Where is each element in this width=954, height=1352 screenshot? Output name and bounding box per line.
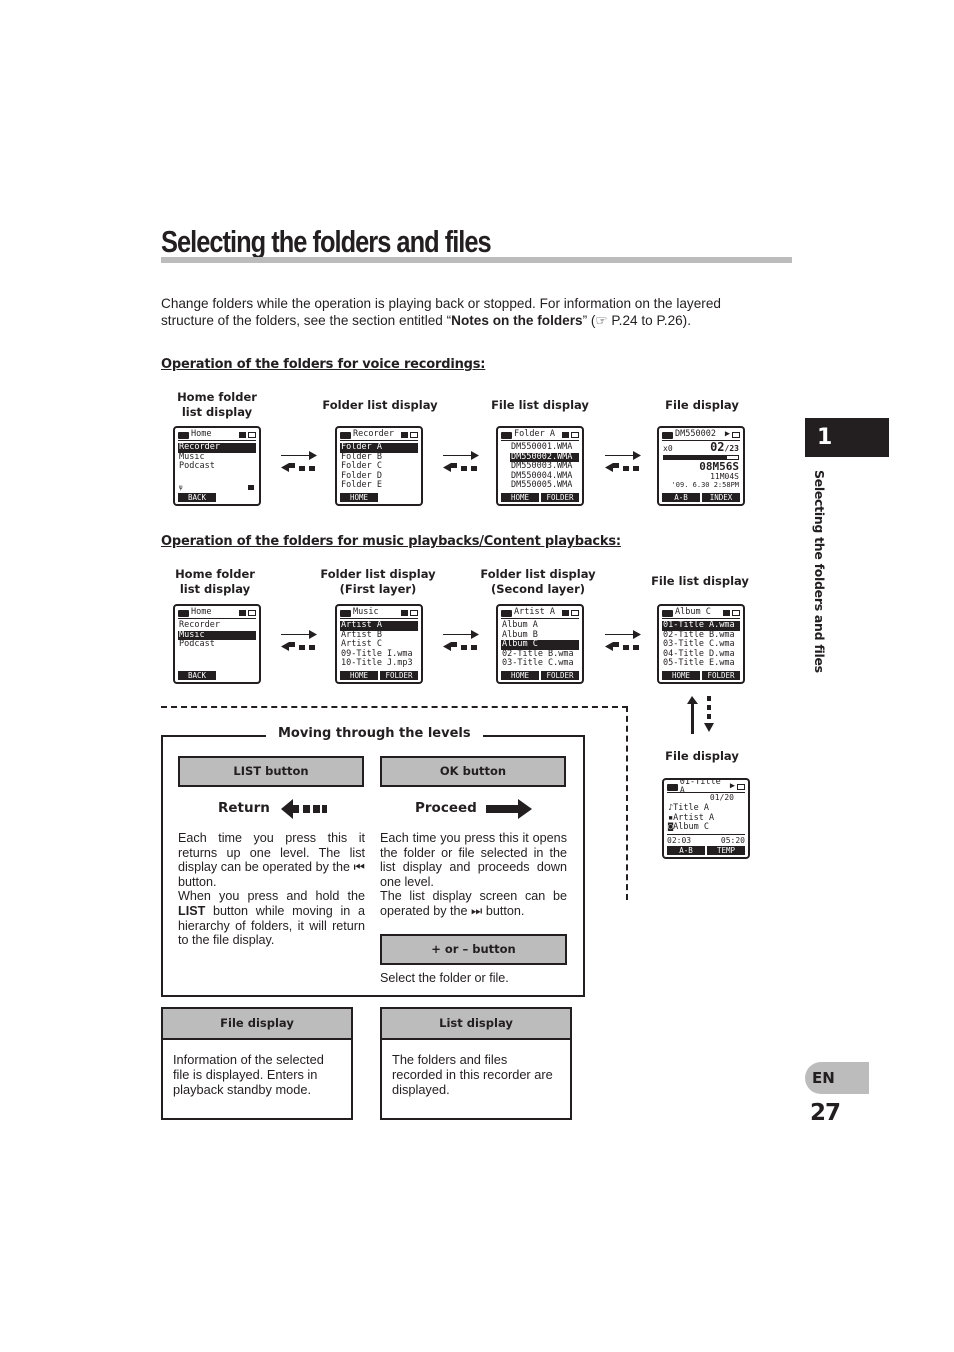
dashed-connector [626,706,628,900]
vertical-arrow-pair-icon [687,696,714,734]
lcd-home-music: Home Recorder Music Podcast BACK [173,604,261,684]
lcd-folder-second: Artist A Album A Album B Album C 02-Titl… [496,604,584,684]
list-item: 03-Title C.wma [502,658,574,668]
list-display-box-text: The folders and files recorded in this r… [392,1052,553,1097]
record-date: '09. 6.30 2:58PM [671,480,739,489]
music-section-heading: Operation of the folders for music playb… [161,534,621,549]
list-display-box: List display The folders and files recor… [380,1007,572,1120]
elapsed-time: 08M56S [699,459,739,473]
arrow-pair-icon [281,451,317,472]
chapter-tab: 1 [805,418,889,457]
caption-home: Home folder list display [177,390,257,419]
speed-indicator: x0 [663,444,673,453]
caption-folder-second: Folder list display (Second layer) [480,567,596,596]
file-display-box: File display Information of the selected… [161,1007,353,1120]
return-label: Return [218,800,270,816]
return-description: Each time you press this it returns up o… [178,831,365,948]
lcd-folder-first: Music Artist A Artist B Artist C 09-Titl… [335,604,423,684]
caption-file-list: File list display [491,398,589,412]
file-total: 23 [729,444,739,453]
return-text-1: Each time you press this it returns up o… [178,831,365,889]
file-length: 11M04S [710,471,739,481]
language-tab: EN [805,1062,869,1094]
intro-link-text: Notes on the folders [451,313,583,328]
list-item: 10-Title J.mp3 [341,658,413,668]
total-time: 05:20 [720,835,745,845]
list-item: 05-Title E.wma [663,658,735,668]
lcd-folder-list-voice: Recorder Folder A Folder B Folder C Fold… [335,426,423,506]
proceed-text-1: Each time you press this it opens the fo… [380,831,567,889]
lcd-home-voice: Home Recorder Music Podcast ψ BACK [173,426,261,506]
file-display-box-title: File display [163,1009,351,1040]
page-title: Selecting the folders and files [161,224,492,259]
caption-file-display: File display [665,398,739,412]
list-item: ◙Album C [668,822,709,832]
levels-title: Moving through the levels [266,726,483,741]
caption-file-display: File display [665,749,739,763]
title-rule [161,257,792,263]
arrow-pair-icon [281,630,317,651]
arrow-pair-icon [605,630,641,651]
list-display-box-title: List display [382,1009,570,1040]
plusminus-description: Select the folder or file. [380,971,509,985]
ok-button-label: OK button [380,756,566,787]
return-text-2: When you press and hold the LIST button … [178,889,365,948]
caption-file-list: File list display [651,574,749,588]
dashed-connector [161,706,628,708]
return-arrow-icon [281,799,327,819]
list-button-label: LIST button [178,756,364,787]
elapsed-time: 02:03 [667,835,692,845]
chapter-side-label: Selecting the folders and files [812,470,827,673]
list-item: DM550005.WMA [511,480,573,490]
proceed-text-2: The list display screen can be operated … [380,889,567,918]
lcd-file-display-music: 01-Title A ▶ 01/20 ♪Title A ▪Artist A ◙Al… [662,778,750,859]
list-item: Podcast [179,461,215,471]
caption-folder-first: Folder list display (First layer) [320,567,436,596]
file-display-box-text: Information of the selected file is disp… [173,1052,324,1097]
page-number: 27 [810,1100,841,1126]
list-item: Podcast [179,639,215,649]
file-number: 02 [710,440,725,454]
arrow-pair-icon [605,451,641,472]
arrow-pair-icon [443,630,479,651]
caption-home: Home folder list display [175,567,255,596]
lcd-file-list-music: Album C 01-Title A.wma 02-Title B.wma 03… [657,604,745,684]
voice-section-heading: Operation of the folders for voice recor… [161,357,486,372]
intro-ref: ” (☞ P.24 to P.26). [582,313,691,328]
proceed-label: Proceed [415,800,477,816]
intro-paragraph: Change folders while the operation is pl… [161,295,761,329]
caption-folder-list: Folder list display [322,398,438,412]
plusminus-button-label: + or – button [380,934,567,965]
list-item: Folder E [341,480,382,490]
lcd-file-display-voice: DM550002 ▶ x0 02/23 08M56S 11M04S '09. 6.… [657,426,745,506]
proceed-description: Each time you press this it opens the fo… [380,831,567,919]
proceed-arrow-icon [486,799,532,819]
arrow-pair-icon [443,451,479,472]
lcd-file-list-voice: Folder A DM550001.WMA DM550002.WMA DM550… [496,426,584,506]
